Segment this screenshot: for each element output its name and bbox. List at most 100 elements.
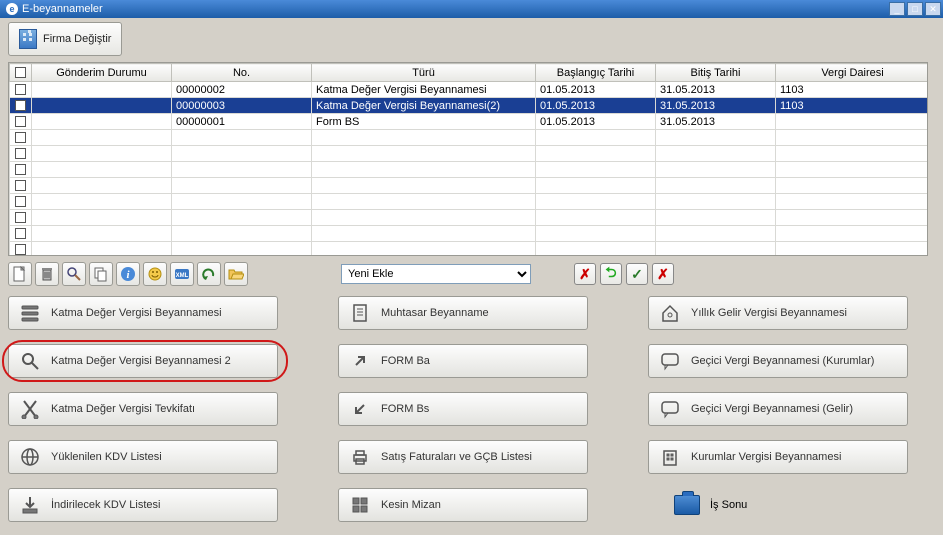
reject-icon[interactable]: ✗ [574, 263, 596, 285]
table-row[interactable] [10, 210, 929, 226]
col-vergi[interactable]: Vergi Dairesi [776, 64, 929, 82]
print-icon [349, 446, 371, 468]
chat-icon [659, 350, 681, 372]
copy-button[interactable] [89, 262, 113, 286]
xml-button[interactable]: XML [170, 262, 194, 286]
module-button[interactable]: Katma Değer Vergisi Tevkifatı [8, 392, 278, 426]
add-mode-dropdown[interactable]: Yeni Ekle [341, 264, 531, 284]
cell [536, 162, 656, 178]
module-button[interactable]: Satış Faturaları ve GÇB Listesi [338, 440, 588, 474]
window-titlebar: e E-beyannameler _ □ ✕ [0, 0, 943, 18]
module-label: Geçici Vergi Beyannamesi (Kurumlar) [691, 355, 874, 367]
home-icon [659, 302, 681, 324]
cancel-icon[interactable]: ✗ [652, 263, 674, 285]
row-checkbox[interactable] [15, 164, 26, 175]
module-button[interactable]: FORM Ba [338, 344, 588, 378]
cell [312, 146, 536, 162]
module-button[interactable]: Muhtasar Beyanname [338, 296, 588, 330]
table-row[interactable] [10, 162, 929, 178]
cell [536, 194, 656, 210]
module-button[interactable]: Geçici Vergi Beyannamesi (Kurumlar) [648, 344, 908, 378]
col-baslangic[interactable]: Başlangıç Tarihi [536, 64, 656, 82]
new-button[interactable] [8, 262, 32, 286]
search-icon [19, 350, 41, 372]
row-checkbox[interactable] [15, 100, 26, 111]
table-row[interactable] [10, 178, 929, 194]
row-checkbox[interactable] [15, 84, 26, 95]
col-no[interactable]: No. [172, 64, 312, 82]
cell [32, 146, 172, 162]
cell [776, 194, 929, 210]
change-firm-button[interactable]: Firma Değiştir [8, 22, 122, 56]
cell [776, 114, 929, 130]
end-of-work[interactable]: İş Sonu [674, 488, 908, 522]
maximize-button[interactable]: □ [907, 2, 923, 16]
module-label: Satış Faturaları ve GÇB Listesi [381, 451, 532, 463]
search-button[interactable] [62, 262, 86, 286]
minimize-button[interactable]: _ [889, 2, 905, 16]
row-checkbox[interactable] [15, 212, 26, 223]
end-of-work-label: İş Sonu [710, 499, 747, 511]
module-button[interactable]: Yıllık Gelir Vergisi Beyannamesi [648, 296, 908, 330]
cell [172, 210, 312, 226]
cell [32, 130, 172, 146]
row-checkbox[interactable] [15, 244, 26, 255]
module-button[interactable]: Katma Değer Vergisi Beyannamesi [8, 296, 278, 330]
module-button[interactable]: Geçici Vergi Beyannamesi (Gelir) [648, 392, 908, 426]
approve-button[interactable] [143, 262, 167, 286]
row-checkbox[interactable] [15, 116, 26, 127]
header-checkbox[interactable] [15, 67, 26, 78]
module-label: Katma Değer Vergisi Beyannamesi 2 [51, 355, 231, 367]
delete-button[interactable] [35, 262, 59, 286]
cell [656, 210, 776, 226]
close-button[interactable]: ✕ [925, 2, 941, 16]
cell: 00000001 [172, 114, 312, 130]
grid-header-row: Gönderim Durumu No. Türü Başlangıç Tarih… [10, 64, 929, 82]
cell [312, 178, 536, 194]
toolbar: i XML Yeni Ekle ✗ ⮌ ✓ ✗ [8, 262, 935, 286]
col-bitis[interactable]: Bitiş Tarihi [656, 64, 776, 82]
cell [312, 226, 536, 242]
table-row[interactable] [10, 130, 929, 146]
col-check[interactable] [10, 64, 32, 82]
cell [172, 146, 312, 162]
module-button[interactable]: İndirilecek KDV Listesi [8, 488, 278, 522]
col-gonderim[interactable]: Gönderim Durumu [32, 64, 172, 82]
col-turu[interactable]: Türü [312, 64, 536, 82]
table-row[interactable] [10, 242, 929, 257]
cell [776, 226, 929, 242]
table-row[interactable] [10, 194, 929, 210]
cell [32, 210, 172, 226]
table-row[interactable]: 00000003Katma Değer Vergisi Beyannamesi(… [10, 98, 929, 114]
cell [312, 194, 536, 210]
module-label: Muhtasar Beyanname [381, 307, 489, 319]
table-row[interactable] [10, 226, 929, 242]
declarations-grid[interactable]: Gönderim Durumu No. Türü Başlangıç Tarih… [8, 62, 928, 256]
row-checkbox[interactable] [15, 228, 26, 239]
table-row[interactable] [10, 146, 929, 162]
cell [172, 162, 312, 178]
info-button[interactable]: i [116, 262, 140, 286]
arrowin-icon [349, 398, 371, 420]
row-checkbox[interactable] [15, 132, 26, 143]
table-row[interactable]: 00000002Katma Değer Vergisi Beyannamesi0… [10, 82, 929, 98]
module-button[interactable]: Kurumlar Vergisi Beyannamesi [648, 440, 908, 474]
module-button[interactable]: Katma Değer Vergisi Beyannamesi 2 [8, 344, 278, 378]
svg-text:XML: XML [176, 273, 189, 279]
undo-button[interactable] [197, 262, 221, 286]
table-row[interactable]: 00000001Form BS01.05.201331.05.2013 [10, 114, 929, 130]
cell [776, 146, 929, 162]
confirm-icon[interactable]: ✓ [626, 263, 648, 285]
cell [172, 194, 312, 210]
cell [32, 178, 172, 194]
arrowout-icon [349, 350, 371, 372]
module-button[interactable]: Yüklenilen KDV Listesi [8, 440, 278, 474]
row-checkbox[interactable] [15, 196, 26, 207]
building-icon [19, 29, 37, 49]
back-icon[interactable]: ⮌ [600, 263, 622, 285]
row-checkbox[interactable] [15, 180, 26, 191]
open-folder-button[interactable] [224, 262, 248, 286]
module-button[interactable]: FORM Bs [338, 392, 588, 426]
module-button[interactable]: Kesin Mizan [338, 488, 588, 522]
row-checkbox[interactable] [15, 148, 26, 159]
